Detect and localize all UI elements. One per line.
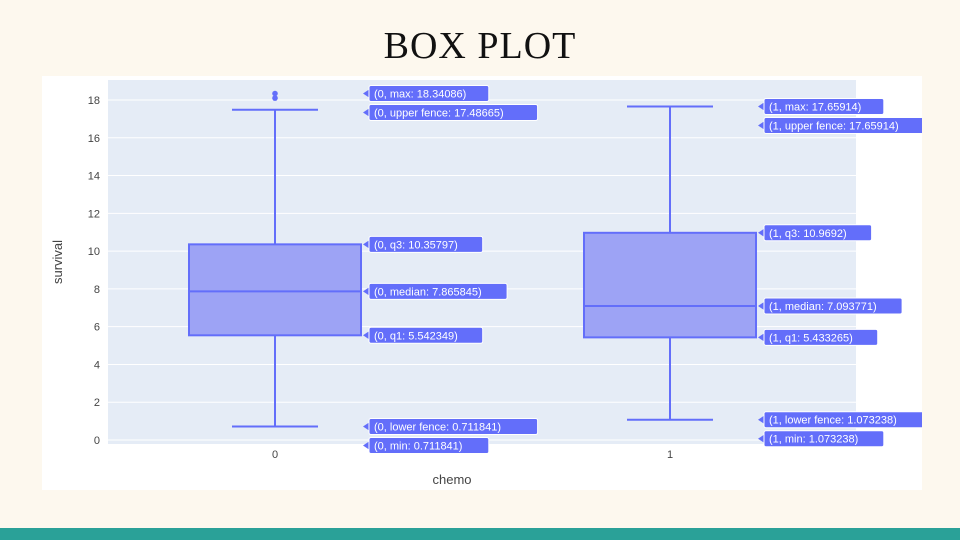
box-plot-chart: 0 2 4 6 8 10 12 14 16 18 survival chemo 0 (0, max: 18…	[42, 76, 922, 490]
footer-bar	[0, 528, 960, 540]
iqr-box[interactable]	[188, 243, 362, 337]
outlier-point[interactable]	[272, 90, 278, 97]
hover-label-upper-fence: (0, upper fence: 17.48665)	[374, 108, 504, 120]
y-tick-label: 6	[94, 322, 100, 334]
hover-label-q1: (0, q1: 5.542349)	[374, 330, 458, 342]
x-axis-title: chemo	[432, 472, 471, 487]
hover-label-lower-fence: (0, lower fence: 0.711841)	[374, 422, 501, 434]
y-axis-title: survival	[50, 240, 65, 284]
y-tick-label: 4	[94, 359, 100, 371]
y-tick-label: 8	[94, 284, 100, 296]
hover-label-min: (1, min: 1.073238)	[769, 434, 858, 446]
y-tick-label: 0	[94, 435, 100, 447]
y-tick-label: 18	[88, 95, 100, 107]
y-tick-label: 14	[88, 171, 100, 183]
y-tick-label: 16	[88, 133, 100, 145]
hover-label-upper-fence: (1, upper fence: 17.65914)	[769, 120, 899, 132]
hover-label-median: (0, median: 7.865845)	[374, 286, 482, 298]
hover-label-q3: (0, q3: 10.35797)	[374, 239, 458, 251]
slide-title: BOX PLOT	[383, 25, 577, 67]
y-tick-label: 12	[88, 208, 100, 220]
x-tick-label: 1	[667, 449, 673, 461]
box-plot-svg: 0 2 4 6 8 10 12 14 16 18 survival chemo 0 (0, max: 18…	[50, 80, 922, 487]
hover-label-lower-fence: (1, lower fence: 1.073238)	[769, 415, 897, 427]
hover-label-min: (0, min: 0.711841)	[374, 441, 462, 453]
iqr-box[interactable]	[583, 231, 757, 339]
hover-label-max: (0, max: 18.34086)	[374, 89, 466, 101]
y-tick-label: 10	[88, 246, 100, 258]
hover-label-q1: (1, q1: 5.433265)	[769, 332, 853, 344]
y-tick-label: 2	[94, 397, 100, 409]
hover-label-max: (1, max: 17.65914)	[769, 101, 861, 113]
x-tick-label: 0	[272, 449, 278, 461]
hover-label-q3: (1, q3: 10.9692)	[769, 228, 847, 240]
hover-label-median: (1, median: 7.093771)	[769, 301, 877, 313]
